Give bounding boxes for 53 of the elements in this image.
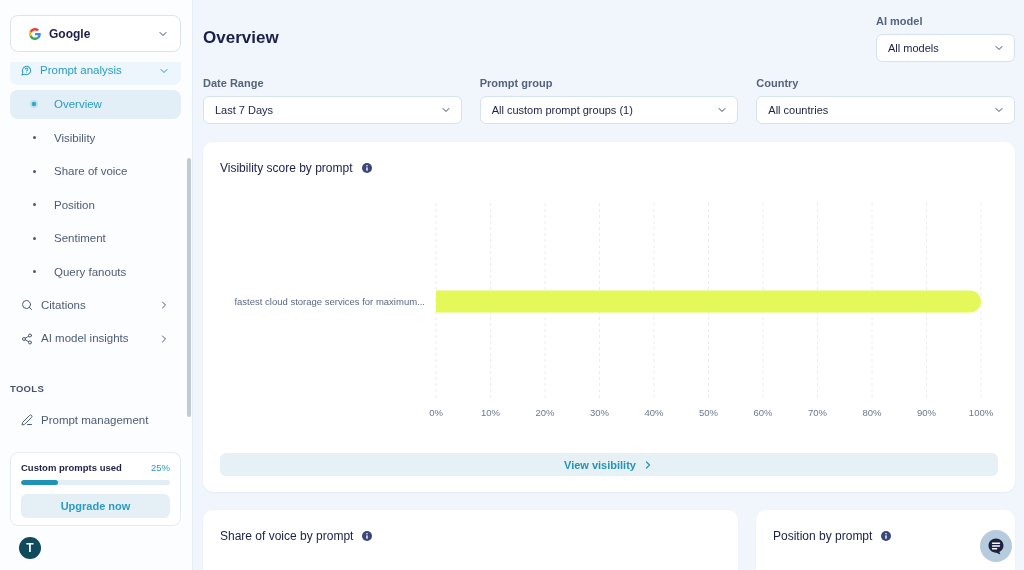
ai-model-select[interactable]: All models — [876, 34, 1015, 62]
filter-select[interactable]: All custom prompt groups (1) — [479, 96, 739, 124]
bullet-icon — [32, 169, 36, 173]
filter-label: Date Range — [203, 76, 265, 90]
chat-question-icon — [21, 65, 32, 76]
scrollbar-thumb[interactable] — [187, 158, 191, 417]
section-heading: TOOLS — [10, 383, 46, 395]
nav-item[interactable]: Share of voice — [10, 156, 181, 186]
nav-group[interactable]: Citations — [10, 290, 181, 320]
filter-select[interactable]: All countries — [756, 96, 1015, 124]
nav-group[interactable]: AI model insights — [10, 324, 181, 353]
search-icon — [21, 299, 33, 311]
card-title: Visibility score by prompt — [220, 161, 353, 175]
usage-title: Custom prompts used — [21, 461, 122, 473]
info-icon — [881, 531, 892, 541]
chat-bubble-icon — [988, 537, 1004, 555]
nav-item[interactable]: Prompt management — [10, 405, 181, 435]
axis-tick-label: 20% — [535, 406, 555, 418]
filter-select[interactable]: Last 7 Days — [203, 96, 462, 124]
pencil-icon — [21, 414, 33, 426]
nav-item[interactable]: Position — [10, 190, 181, 219]
bullet-icon — [32, 270, 36, 273]
axis-tick-label: 50% — [699, 406, 718, 418]
category-label: fastest cloud storage services for maximum... — [234, 296, 425, 307]
axis-tick-label: 90% — [917, 406, 936, 418]
bullet-icon — [32, 203, 36, 206]
user-avatar[interactable]: T — [19, 537, 41, 559]
filter-label: AI model — [876, 14, 924, 28]
filter-label: Country — [756, 76, 800, 90]
nav-item[interactable]: Sentiment — [10, 223, 181, 253]
page-title: Overview — [203, 28, 279, 48]
google-logo-icon — [29, 27, 41, 40]
nav-item[interactable]: Visibility — [10, 123, 181, 152]
axis-tick-label: 70% — [808, 406, 827, 418]
axis-tick-label: 80% — [862, 406, 882, 418]
card-title: Position by prompt — [773, 529, 873, 543]
axis-tick-label: 60% — [753, 406, 773, 418]
axis-tick-label: 0% — [429, 406, 443, 418]
info-icon — [361, 163, 372, 173]
axis-tick-label: 40% — [644, 406, 664, 418]
card-title: Share of voice by prompt — [220, 529, 354, 543]
usage-percent: 25% — [151, 461, 170, 473]
nodes-icon — [21, 332, 33, 345]
axis-tick-label: 30% — [590, 406, 609, 418]
axis-tick-label: 100% — [968, 406, 994, 418]
info-icon — [362, 531, 373, 541]
bullet-icon — [32, 236, 36, 240]
workspace-select[interactable]: Google — [10, 15, 181, 52]
axis-tick-label: 10% — [481, 406, 500, 418]
nav-item[interactable]: Query fanouts — [10, 257, 181, 286]
bullet-icon — [30, 100, 38, 108]
bullet-icon — [32, 136, 36, 139]
filter-label: Prompt group — [479, 76, 554, 90]
